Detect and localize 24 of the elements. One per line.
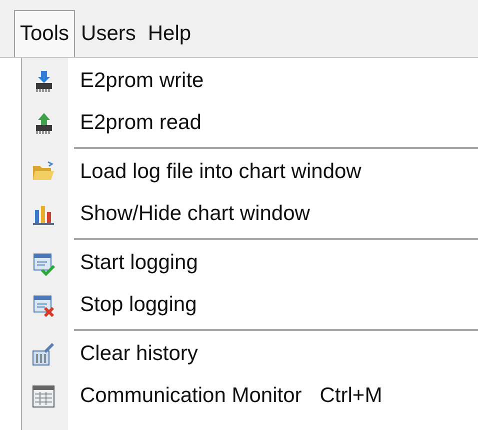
menu-item-label: E2prom write: [80, 68, 204, 94]
menu-bar-item[interactable]: Users: [75, 10, 142, 57]
menu-item[interactable]: E2prom read: [22, 102, 478, 144]
menu-item[interactable]: E2prom write: [22, 60, 478, 102]
menu-item-label: Stop logging: [80, 292, 197, 318]
menu-bar-item[interactable]: Tools: [14, 10, 76, 57]
shortcut-label: Ctrl+M: [320, 383, 382, 410]
document-check-icon: [31, 250, 56, 276]
menu-item[interactable]: Stop logging: [22, 284, 478, 326]
menu-item-label: Load log file into chart window: [80, 159, 362, 186]
menu-item-label: E2prom read: [80, 110, 202, 136]
menu-item[interactable]: Communication Monitor Ctrl+M: [22, 375, 478, 417]
menu-item-label: Start logging: [80, 250, 198, 276]
menu-item[interactable]: Start logging: [22, 242, 478, 284]
menu-item-label: Communication Monitor: [80, 383, 302, 410]
sliders-brush-icon: [31, 342, 56, 366]
menu-item[interactable]: Clear history: [22, 333, 478, 375]
table-grid-icon: [31, 384, 56, 408]
menu-bar-item[interactable]: Help: [142, 10, 198, 57]
document-cross-icon: [31, 292, 56, 318]
menu-item[interactable]: Show/Hide chart window: [22, 193, 478, 235]
menu-item-label: Clear history: [80, 341, 198, 368]
menu-item-label: Show/Hide chart window: [80, 201, 310, 228]
menu-item[interactable]: Load log file into chart window: [22, 151, 478, 193]
